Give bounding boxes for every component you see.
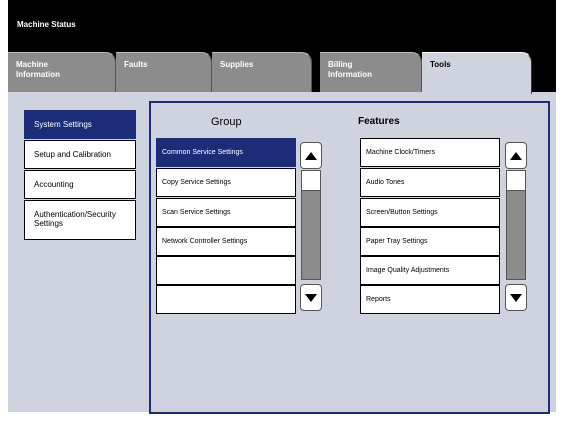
feature-item-paper-tray-settings[interactable]: Paper Tray Settings [360, 227, 500, 256]
features-scroll-up-button[interactable] [505, 142, 527, 169]
group-item-empty[interactable] [156, 256, 296, 285]
list-item-label: Common Service Settings [162, 149, 243, 156]
triangle-down-icon [510, 293, 522, 302]
list-item-label: Scan Service Settings [162, 209, 231, 216]
tab-label: Tools [430, 60, 451, 69]
group-item-copy-service[interactable]: Copy Service Settings [156, 168, 296, 197]
tab-label: Billing Information [328, 60, 372, 79]
list-item-label: Machine Clock/Timers [366, 149, 435, 156]
list-item-label: Image Quality Adjustments [366, 267, 450, 274]
triangle-up-icon [510, 151, 522, 160]
nav-item-label: Setup and Calibration [34, 150, 111, 159]
feature-item-screen-button-settings[interactable]: Screen/Button Settings [360, 198, 500, 227]
tab-faults[interactable]: Faults [116, 52, 212, 92]
tab-tools[interactable]: Tools [422, 52, 532, 94]
nav-item-setup-and-calibration[interactable]: Setup and Calibration [24, 140, 136, 169]
triangle-down-icon [305, 293, 317, 302]
tab-machine-information[interactable]: Machine Information [8, 52, 116, 92]
nav-item-accounting[interactable]: Accounting [24, 170, 136, 199]
feature-item-machine-clock-timers[interactable]: Machine Clock/Timers [360, 138, 500, 167]
features-scrollbar-thumb[interactable] [507, 171, 525, 191]
list-item-label: Paper Tray Settings [366, 238, 428, 245]
nav-item-label: System Settings [34, 120, 92, 129]
group-scroll-up-button[interactable] [300, 142, 322, 169]
nav-item-label: Authentication/Security Settings [34, 210, 116, 228]
feature-item-audio-tones[interactable]: Audio Tones [360, 168, 500, 197]
tab-supplies[interactable]: Supplies [212, 52, 312, 92]
nav-item-label: Accounting [34, 180, 74, 189]
group-scrollbar-thumb[interactable] [302, 171, 320, 191]
group-scrollbar-track[interactable] [301, 170, 321, 280]
group-item-scan-service[interactable]: Scan Service Settings [156, 198, 296, 227]
feature-item-image-quality-adjustments[interactable]: Image Quality Adjustments [360, 256, 500, 285]
tab-label: Faults [124, 60, 148, 69]
group-item-network-controller[interactable]: Network Controller Settings [156, 227, 296, 256]
tab-label: Machine Information [16, 60, 60, 79]
list-item-label: Copy Service Settings [162, 179, 231, 186]
tab-label: Supplies [220, 60, 254, 69]
group-heading: Group [211, 116, 242, 128]
group-item-common-service[interactable]: Common Service Settings [156, 138, 296, 167]
tab-billing-information[interactable]: Billing Information [320, 52, 422, 92]
list-item-label: Audio Tones [366, 179, 405, 186]
list-item-label: Network Controller Settings [162, 238, 248, 245]
list-item-label: Reports [366, 296, 391, 303]
nav-item-system-settings[interactable]: System Settings [24, 110, 136, 139]
group-scroll-down-button[interactable] [300, 284, 322, 311]
list-item-label: Screen/Button Settings [366, 209, 438, 216]
features-scroll-down-button[interactable] [505, 284, 527, 311]
tab-strip-filler [532, 52, 556, 92]
features-scrollbar-track[interactable] [506, 170, 526, 280]
triangle-up-icon [305, 151, 317, 160]
page-title: Machine Status [17, 20, 76, 29]
features-heading: Features [358, 116, 400, 127]
group-item-empty[interactable] [156, 285, 296, 314]
feature-item-reports[interactable]: Reports [360, 285, 500, 314]
nav-item-authentication-security[interactable]: Authentication/Security Settings [24, 200, 136, 240]
